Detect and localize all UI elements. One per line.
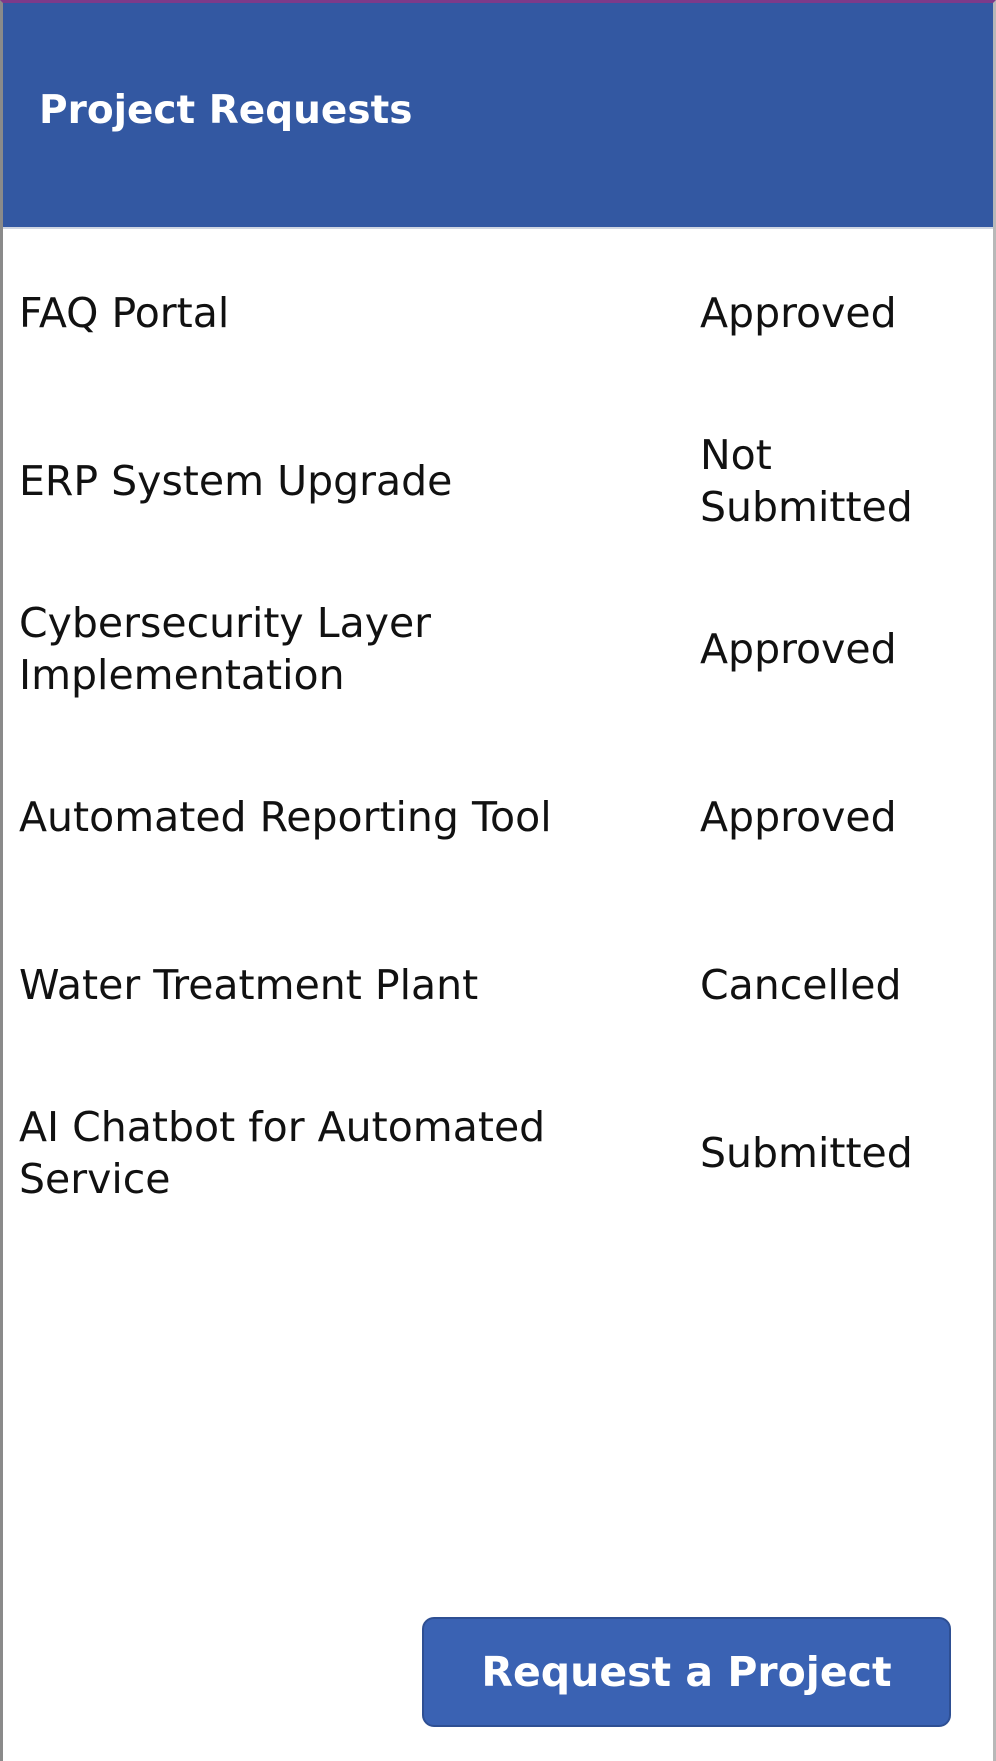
project-title: Automated Reporting Tool: [19, 793, 552, 841]
project-list: FAQ Portal Approved ERP System Upgrade N…: [3, 229, 993, 1237]
project-title: Water Treatment Plant: [19, 961, 479, 1009]
project-status: Approved: [700, 289, 897, 337]
header-bar: Project Requests: [3, 3, 993, 229]
page-title: Project Requests: [39, 88, 413, 133]
project-status: Not Submitted: [700, 431, 913, 531]
project-title: ERP System Upgrade: [19, 457, 453, 505]
project-status: Approved: [700, 625, 897, 673]
list-item[interactable]: Automated Reporting Tool Approved: [3, 733, 993, 901]
list-item[interactable]: Cybersecurity Layer Implementation Appro…: [3, 565, 993, 733]
list-item[interactable]: Water Treatment Plant Cancelled: [3, 901, 993, 1069]
project-title: FAQ Portal: [19, 289, 230, 337]
project-title: AI Chatbot for Automated Service: [19, 1103, 546, 1203]
project-status: Approved: [700, 793, 897, 841]
list-item[interactable]: ERP System Upgrade Not Submitted: [3, 397, 993, 565]
app-screen: Project Requests FAQ Portal Approved ERP…: [0, 0, 996, 1761]
project-status: Submitted: [700, 1129, 913, 1177]
list-item[interactable]: FAQ Portal Approved: [3, 229, 993, 397]
project-title: Cybersecurity Layer Implementation: [19, 599, 432, 699]
list-item[interactable]: AI Chatbot for Automated Service Submitt…: [3, 1069, 993, 1237]
project-status: Cancelled: [700, 961, 902, 1009]
request-project-button[interactable]: Request a Project: [422, 1617, 951, 1727]
